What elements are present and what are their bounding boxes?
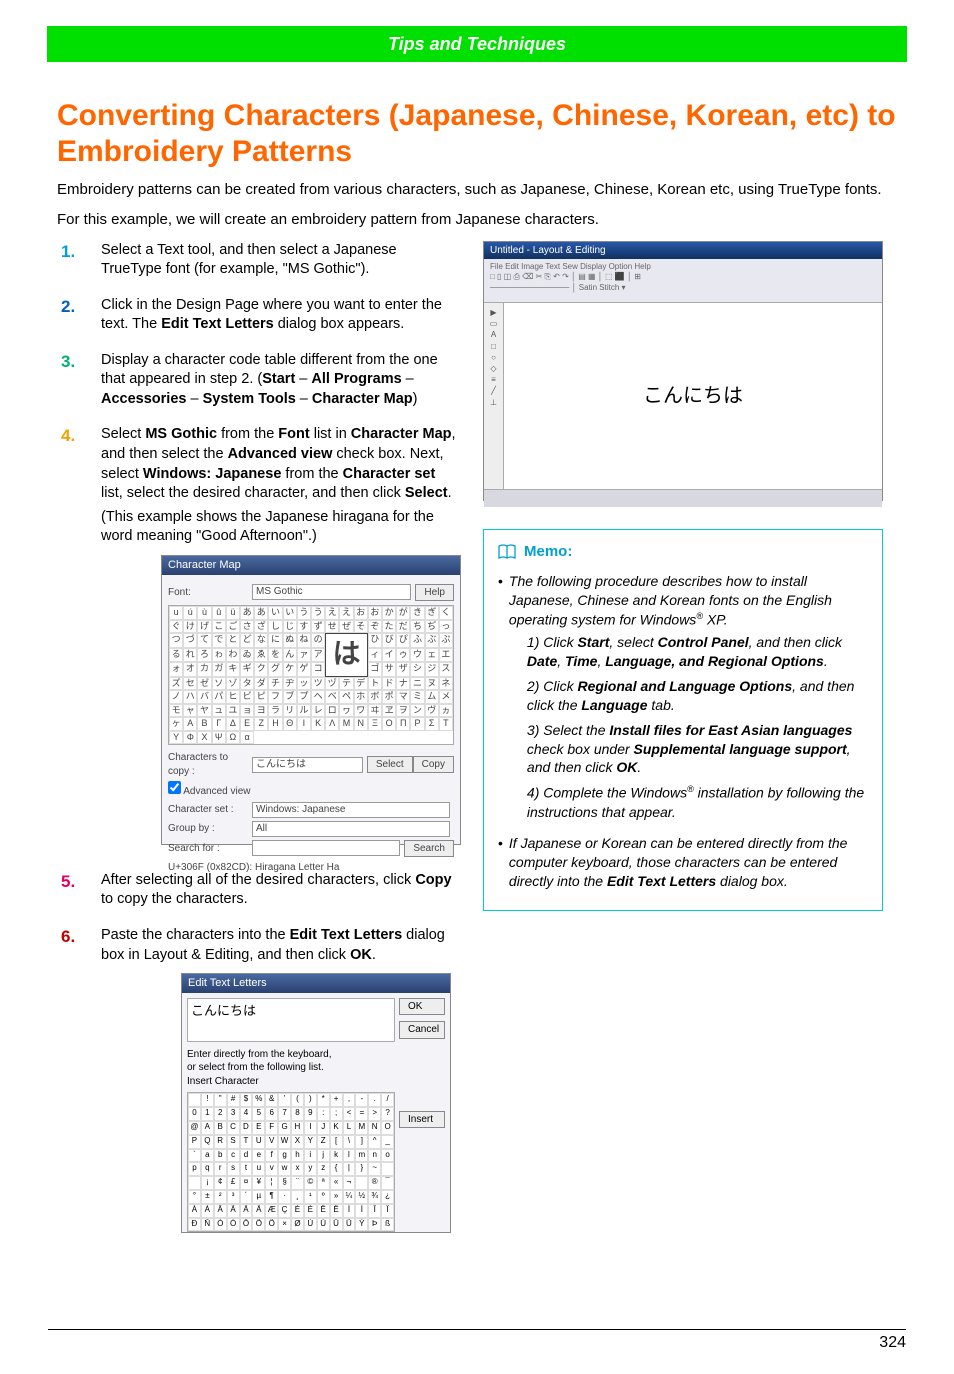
charmap-charset-select[interactable]: Windows: Japanese <box>252 802 450 818</box>
step-4: 4. Select MS Gothic from the Font list i… <box>57 425 457 858</box>
page-rule <box>48 1329 906 1330</box>
step-num-6: 6. <box>57 926 101 1247</box>
memo-heading: Memo: <box>524 542 572 562</box>
layout-editing-app: Untitled - Layout & Editing File Edit Im… <box>483 241 883 501</box>
canvas-text: こんにちは <box>643 383 743 410</box>
step-num-3: 3. <box>57 351 101 414</box>
charmap-groupby-select[interactable]: All <box>252 821 450 837</box>
step-1-text: Select a Text tool, and then select a Ja… <box>101 241 457 280</box>
book-icon <box>498 544 516 560</box>
left-column: 1. Select a Text tool, and then select a… <box>57 241 457 1260</box>
edit-ok-button[interactable]: OK <box>399 998 445 1016</box>
page-number: 324 <box>879 1332 906 1354</box>
edit-text-input[interactable]: こんにちは <box>187 998 395 1042</box>
edit-insert-label: Insert Character <box>187 1075 395 1089</box>
step-num-1: 1. <box>57 241 101 284</box>
intro-1: Embroidery patterns can be created from … <box>57 180 897 200</box>
header-bar: Tips and Techniques <box>47 26 907 62</box>
edit-hint2: or select from the following list. <box>187 1061 395 1075</box>
step-4-text: Select MS Gothic from the Font list in C… <box>101 425 461 503</box>
edit-cancel-button[interactable]: Cancel <box>399 1021 445 1039</box>
charmap-help-button[interactable]: Help <box>415 584 454 602</box>
memo-bullet-1: The following procedure describes how to… <box>498 572 868 828</box>
step-num-5: 5. <box>57 871 101 914</box>
step-3-text: Display a character code table different… <box>101 351 457 410</box>
memo-box: Memo: The following procedure describes … <box>483 529 883 912</box>
edit-text-dialog: Edit Text Letters こんにちは Enter directly f… <box>181 973 451 1233</box>
step-2: 2. Click in the Design Page where you wa… <box>57 296 457 339</box>
memo-bullet-2: If Japanese or Korean can be entered dir… <box>498 834 868 891</box>
charmap-enlarged-char: は <box>325 633 368 677</box>
charmap-copy-button[interactable]: Copy <box>413 756 454 774</box>
edit-titlebar: Edit Text Letters <box>182 974 450 993</box>
edit-insert-button[interactable]: Insert <box>399 1111 445 1129</box>
step-5: 5. After selecting all of the desired ch… <box>57 871 457 914</box>
step-3: 3. Display a character code table differ… <box>57 351 457 414</box>
charmap-search-input[interactable] <box>252 840 400 856</box>
edit-hint1: Enter directly from the keyboard, <box>187 1048 395 1062</box>
charmap-font-select[interactable]: MS Gothic <box>252 584 411 600</box>
charmap-groupby-label: Group by : <box>168 822 248 836</box>
charmap-charset-label: Character set : <box>168 803 248 817</box>
charmap-select-button[interactable]: Select <box>367 756 413 774</box>
intro-2: For this example, we will create an embr… <box>57 210 897 230</box>
app-toolbar: File Edit Image Text Sew Display Option … <box>484 259 882 303</box>
charmap-titlebar: Character Map <box>162 556 460 575</box>
right-column: Untitled - Layout & Editing File Edit Im… <box>483 241 883 1260</box>
charmap-copy-input[interactable]: こんにちは <box>252 757 363 773</box>
charmap-search-label: Search for : <box>168 842 248 856</box>
memo-sub-3: 3) Select the Install files for East Asi… <box>527 721 868 778</box>
memo-sub-2: 2) Click Regional and Language Options, … <box>527 677 868 715</box>
app-statusbar <box>484 489 882 507</box>
charmap-copy-label: Characters to copy : <box>168 751 248 778</box>
app-titlebar: Untitled - Layout & Editing <box>484 242 882 260</box>
step-1: 1. Select a Text tool, and then select a… <box>57 241 457 284</box>
step-6: 6. Paste the characters into the Edit Te… <box>57 926 457 1247</box>
memo-sub-4: 4) Complete the Windows® installation by… <box>527 783 868 821</box>
memo-sub-1: 1) Click Start, select Control Panel, an… <box>527 633 868 671</box>
step-5-text: After selecting all of the desired chara… <box>101 871 457 910</box>
character-map-dialog: Character Map Font: MS Gothic Help uúùûü… <box>161 555 461 845</box>
charmap-search-button[interactable]: Search <box>404 840 454 858</box>
charmap-font-label: Font: <box>168 586 248 600</box>
step-4-note: (This example shows the Japanese hiragan… <box>101 508 461 547</box>
app-canvas[interactable]: こんにちは <box>504 303 882 489</box>
charmap-advanced-checkbox[interactable]: Advanced view <box>168 781 251 799</box>
edit-char-grid[interactable]: !"#$%&'()*+,-./ 0123456789:;<=>? @ABCDEF… <box>187 1092 395 1232</box>
step-num-4: 4. <box>57 425 101 858</box>
page-content: Converting Characters (Japanese, Chinese… <box>57 98 897 1259</box>
charmap-grid[interactable]: uúùûüああいいううええおおかがきぎく ぐけげこごさざしじすずせぜそぞただちぢ… <box>168 605 454 745</box>
page-title: Converting Characters (Japanese, Chinese… <box>57 98 897 170</box>
app-side-toolbar[interactable]: ▶▭A□○◇≡╱⊥ <box>484 303 504 489</box>
header-title: Tips and Techniques <box>388 32 566 56</box>
step-6-text: Paste the characters into the Edit Text … <box>101 926 457 965</box>
step-num-2: 2. <box>57 296 101 339</box>
step-2-text: Click in the Design Page where you want … <box>101 296 457 335</box>
